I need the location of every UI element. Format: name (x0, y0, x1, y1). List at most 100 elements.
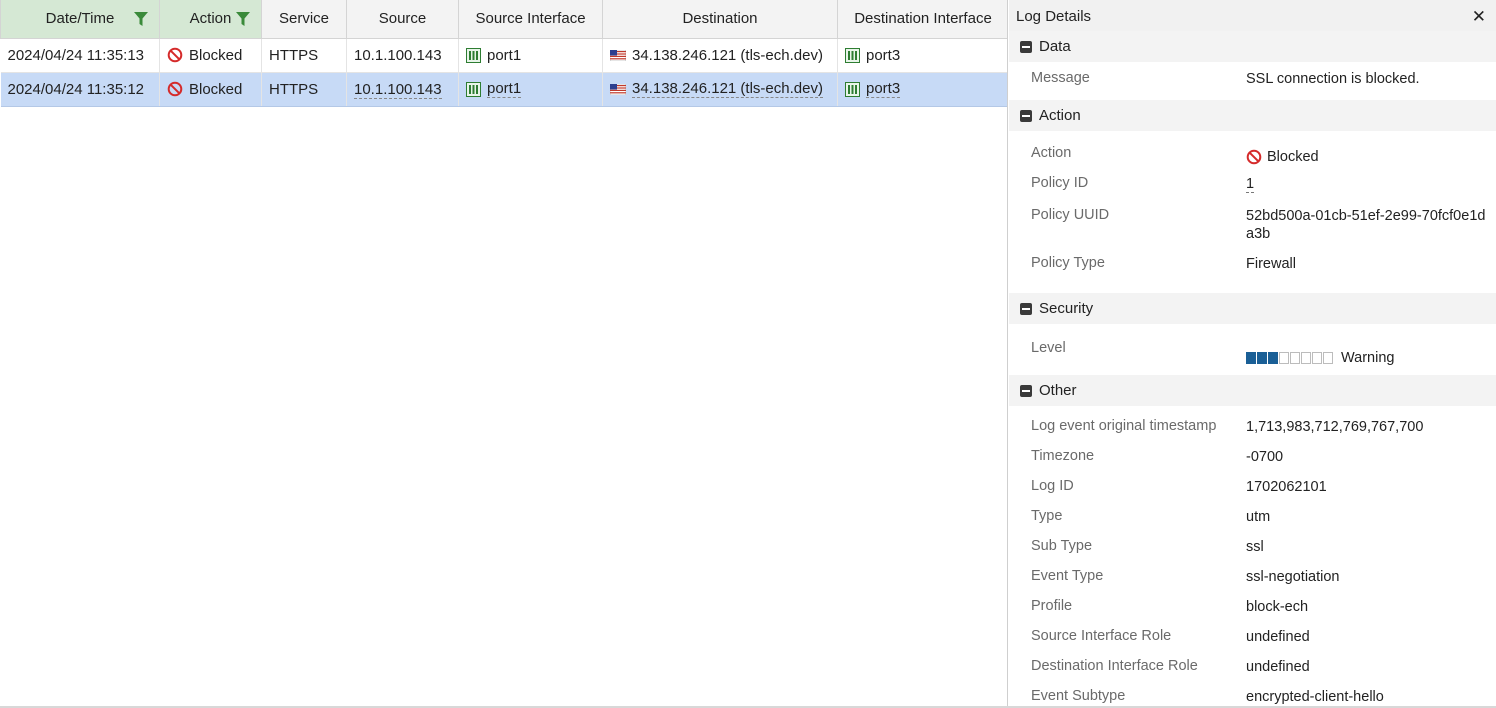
log-table: Date/Time Action Service Source Source I… (0, 0, 1008, 107)
cell-source[interactable]: 10.1.100.143 (346, 72, 459, 107)
detail-value: 1702062101 (1246, 479, 1327, 495)
section-title: Data (1039, 38, 1071, 55)
detail-label: Event Type (1031, 568, 1104, 584)
table-header-row: Date/Time Action Service Source Source I… (0, 0, 1008, 39)
blocked-icon (167, 81, 183, 97)
detail-label: Log ID (1031, 478, 1074, 494)
detail-row-action: Action Blocked (1009, 131, 1496, 169)
detail-row-other: Sub Type ssl (1009, 538, 1496, 568)
cell-destination[interactable]: 34.138.246.121 (tls-ech.dev) (602, 72, 838, 107)
detail-value: undefined (1246, 629, 1310, 645)
detail-label: Source Interface Role (1031, 628, 1172, 644)
cell-source[interactable]: 10.1.100.143 (346, 38, 459, 73)
collapse-icon[interactable] (1020, 302, 1032, 315)
collapse-icon[interactable] (1020, 384, 1032, 397)
cell-source-interface-text: port1 (487, 46, 522, 64)
cell-destination-interface[interactable]: port3 (837, 72, 1008, 107)
section-header-data[interactable]: Data (1009, 31, 1496, 62)
detail-value: 1,713,983,712,769,767,700 (1246, 419, 1424, 435)
column-header-label: Service (278, 10, 330, 28)
level-segment (1279, 351, 1289, 364)
cell-service: HTTPS (261, 72, 347, 107)
detail-label: Event Subtype (1031, 688, 1126, 704)
detail-value: ssl (1246, 539, 1264, 555)
level-segment (1290, 351, 1300, 364)
detail-value: block-ech (1246, 599, 1309, 615)
blocked-icon (1246, 149, 1262, 165)
detail-value: -0700 (1246, 449, 1284, 465)
detail-row-other: Event Subtype encrypted-client-hello (1009, 688, 1496, 708)
cell-action: Blocked (159, 38, 262, 73)
panel-title: Log Details (1016, 8, 1092, 25)
section-header-security[interactable]: Security (1009, 293, 1496, 324)
detail-value: encrypted-client-hello (1246, 689, 1384, 705)
level-segment (1257, 351, 1267, 364)
network-port-icon (845, 47, 860, 63)
column-header-source-interface[interactable]: Source Interface (458, 0, 603, 39)
cell-destination-interface[interactable]: port3 (837, 38, 1008, 73)
column-header-destination[interactable]: Destination (602, 0, 838, 39)
cell-source-interface-text[interactable]: port1 (487, 80, 522, 98)
detail-label: Sub Type (1031, 538, 1093, 554)
log-table-area: Date/Time Action Service Source Source I… (0, 0, 1008, 708)
detail-label: Type (1031, 508, 1063, 524)
detail-value: 52bd500a-01cb-51ef-2e99-70fcf0e1da3b (1246, 208, 1486, 242)
table-row-selected[interactable]: 2024/04/24 11:35:12 Blocked HTTPS 10.1.1… (0, 72, 1008, 107)
detail-row-other: Log event original timestamp 1,713,983,71… (1009, 418, 1496, 448)
policy-id-link[interactable]: 1 (1246, 176, 1255, 193)
detail-row-policy-id: Policy ID 1 (1009, 169, 1496, 201)
detail-label: Policy ID (1031, 175, 1089, 191)
section-title: Security (1039, 300, 1094, 317)
section-title: Other (1039, 382, 1077, 399)
detail-value: SSL connection is blocked. (1246, 71, 1420, 87)
detail-label: Profile (1031, 598, 1073, 614)
detail-value: undefined (1246, 659, 1310, 675)
column-header-label: Source (378, 10, 427, 28)
detail-row-other: Log ID 1702062101 (1009, 478, 1496, 508)
security-level-meter (1246, 351, 1333, 364)
blocked-icon (167, 47, 183, 63)
us-flag-icon (610, 49, 626, 61)
filter-icon[interactable] (133, 11, 149, 27)
cell-destination-interface-text[interactable]: port3 (866, 80, 901, 98)
column-header-label: Source Interface (475, 10, 586, 28)
column-header-label: Action (189, 10, 232, 28)
detail-row-level: Level Warning (1009, 324, 1496, 375)
column-header-source[interactable]: Source (346, 0, 459, 39)
detail-label: Level (1031, 340, 1066, 356)
network-port-icon (466, 47, 481, 63)
cell-datetime: 2024/04/24 11:35:13 (0, 38, 160, 73)
cell-source-text[interactable]: 10.1.100.143 (354, 80, 442, 99)
detail-value: ssl-negotiation (1246, 569, 1340, 585)
section-title: Action (1039, 107, 1081, 124)
section-header-other[interactable]: Other (1009, 375, 1496, 406)
security-level-text: Warning (1341, 349, 1395, 366)
column-header-service[interactable]: Service (261, 0, 347, 39)
level-segment (1246, 351, 1256, 364)
detail-row-other: Event Type ssl-negotiation (1009, 568, 1496, 598)
collapse-icon[interactable] (1020, 40, 1032, 53)
column-header-datetime[interactable]: Date/Time (0, 0, 160, 39)
table-row[interactable]: 2024/04/24 11:35:13 Blocked HTTPS 10.1.1… (0, 38, 1008, 73)
filter-icon[interactable] (235, 11, 251, 27)
detail-row-other: Timezone -0700 (1009, 448, 1496, 478)
detail-label: Action (1031, 145, 1072, 161)
column-header-label: Destination Interface (854, 10, 992, 28)
panel-splitter[interactable] (1007, 0, 1008, 708)
cell-destination[interactable]: 34.138.246.121 (tls-ech.dev) (602, 38, 838, 73)
collapse-icon[interactable] (1020, 109, 1032, 122)
cell-datetime: 2024/04/24 11:35:12 (0, 72, 160, 107)
detail-label: Policy Type (1031, 255, 1105, 271)
cell-source-interface[interactable]: port1 (458, 38, 603, 73)
cell-source-interface[interactable]: port1 (458, 72, 603, 107)
detail-label: Policy UUID (1031, 207, 1110, 223)
column-header-label: Date/Time (45, 10, 115, 28)
other-fields-list: Log event original timestamp 1,713,983,71… (1009, 406, 1496, 708)
detail-value: Warning (1246, 340, 1486, 375)
section-header-action[interactable]: Action (1009, 100, 1496, 131)
column-header-destination-interface[interactable]: Destination Interface (837, 0, 1008, 39)
column-header-action[interactable]: Action (159, 0, 262, 39)
cell-action-text: Blocked (189, 80, 243, 98)
cell-destination-text[interactable]: 34.138.246.121 (tls-ech.dev) (632, 80, 823, 98)
close-icon[interactable]: ✕ (1472, 8, 1486, 25)
